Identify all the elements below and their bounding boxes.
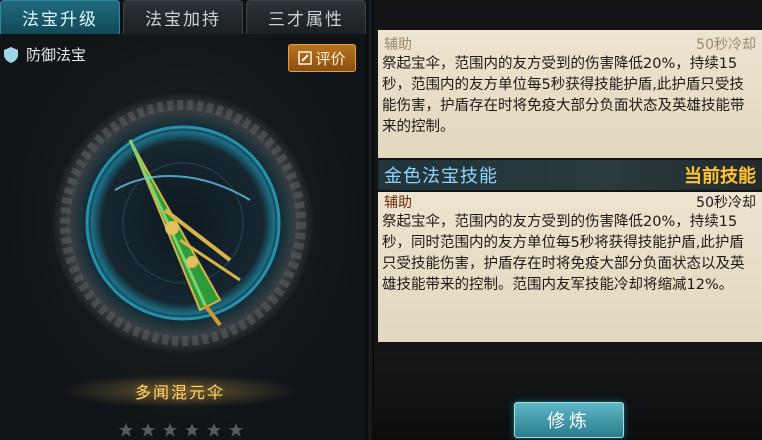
tab-treasure-bless[interactable]: 法宝加持 (123, 0, 243, 34)
action-area: 修炼 (374, 352, 762, 440)
current-skill-cooldown: 50秒冷却 (696, 195, 756, 211)
star-icon (119, 423, 133, 437)
gold-skill-title: 金色法宝技能 (384, 166, 498, 187)
treasure-display-panel: 防御法宝 评价 多闻混元伞 (0, 34, 366, 440)
star-icon (141, 423, 155, 437)
current-skill-type: 辅助 (384, 195, 412, 211)
shield-icon (4, 46, 18, 63)
evaluate-button[interactable]: 评价 (288, 44, 356, 72)
star-icon (229, 423, 243, 437)
previous-skill-card: 辅助 50秒冷却 祭起宝伞，范围内的友方受到的伤害降低20%，持续15秒，范围内… (378, 30, 762, 158)
panel-divider (366, 0, 374, 440)
star-icon (163, 423, 177, 437)
treasure-name: 多闻混元伞 (134, 383, 225, 402)
current-skill-description: 祭起宝伞，范围内的友方受到的伤害降低20%，持续15秒，同时范围内的友方单位每5… (382, 214, 745, 293)
gold-skill-header: 金色法宝技能 当前技能 (378, 160, 762, 190)
tab-trinity-attributes[interactable]: 三才属性 (246, 0, 366, 34)
skill-info-panel: 辅助 50秒冷却 祭起宝伞，范围内的友方受到的伤害降低20%，持续15秒，范围内… (374, 0, 762, 440)
star-icon (185, 423, 199, 437)
tab-bar: 法宝升级 法宝加持 三才属性 (0, 0, 366, 34)
train-button[interactable]: 修炼 (514, 402, 624, 438)
umbrella-treasure-icon (114, 139, 251, 327)
treasure-name-plate: 多闻混元伞 (60, 374, 300, 408)
star-rating (118, 422, 244, 438)
previous-skill-type: 辅助 (384, 37, 412, 53)
current-skill-header: 辅助 50秒冷却 (378, 192, 762, 212)
pencil-icon (298, 51, 313, 65)
current-skill-label: 当前技能 (684, 166, 756, 187)
tab-treasure-upgrade[interactable]: 法宝升级 (0, 0, 120, 34)
evaluate-label: 评价 (315, 49, 346, 68)
previous-skill-header: 辅助 50秒冷却 (378, 34, 762, 54)
category-label: 防御法宝 (26, 46, 87, 64)
current-skill-card: 辅助 50秒冷却 祭起宝伞，范围内的友方受到的伤害降低20%，持续15秒，同时范… (378, 192, 762, 342)
previous-skill-cooldown: 50秒冷却 (696, 37, 756, 53)
treasure-category: 防御法宝 (4, 44, 86, 65)
star-icon (207, 423, 221, 437)
previous-skill-description: 祭起宝伞，范围内的友方受到的伤害降低20%，持续15秒，范围内的友方单位每5秒获… (382, 56, 745, 135)
